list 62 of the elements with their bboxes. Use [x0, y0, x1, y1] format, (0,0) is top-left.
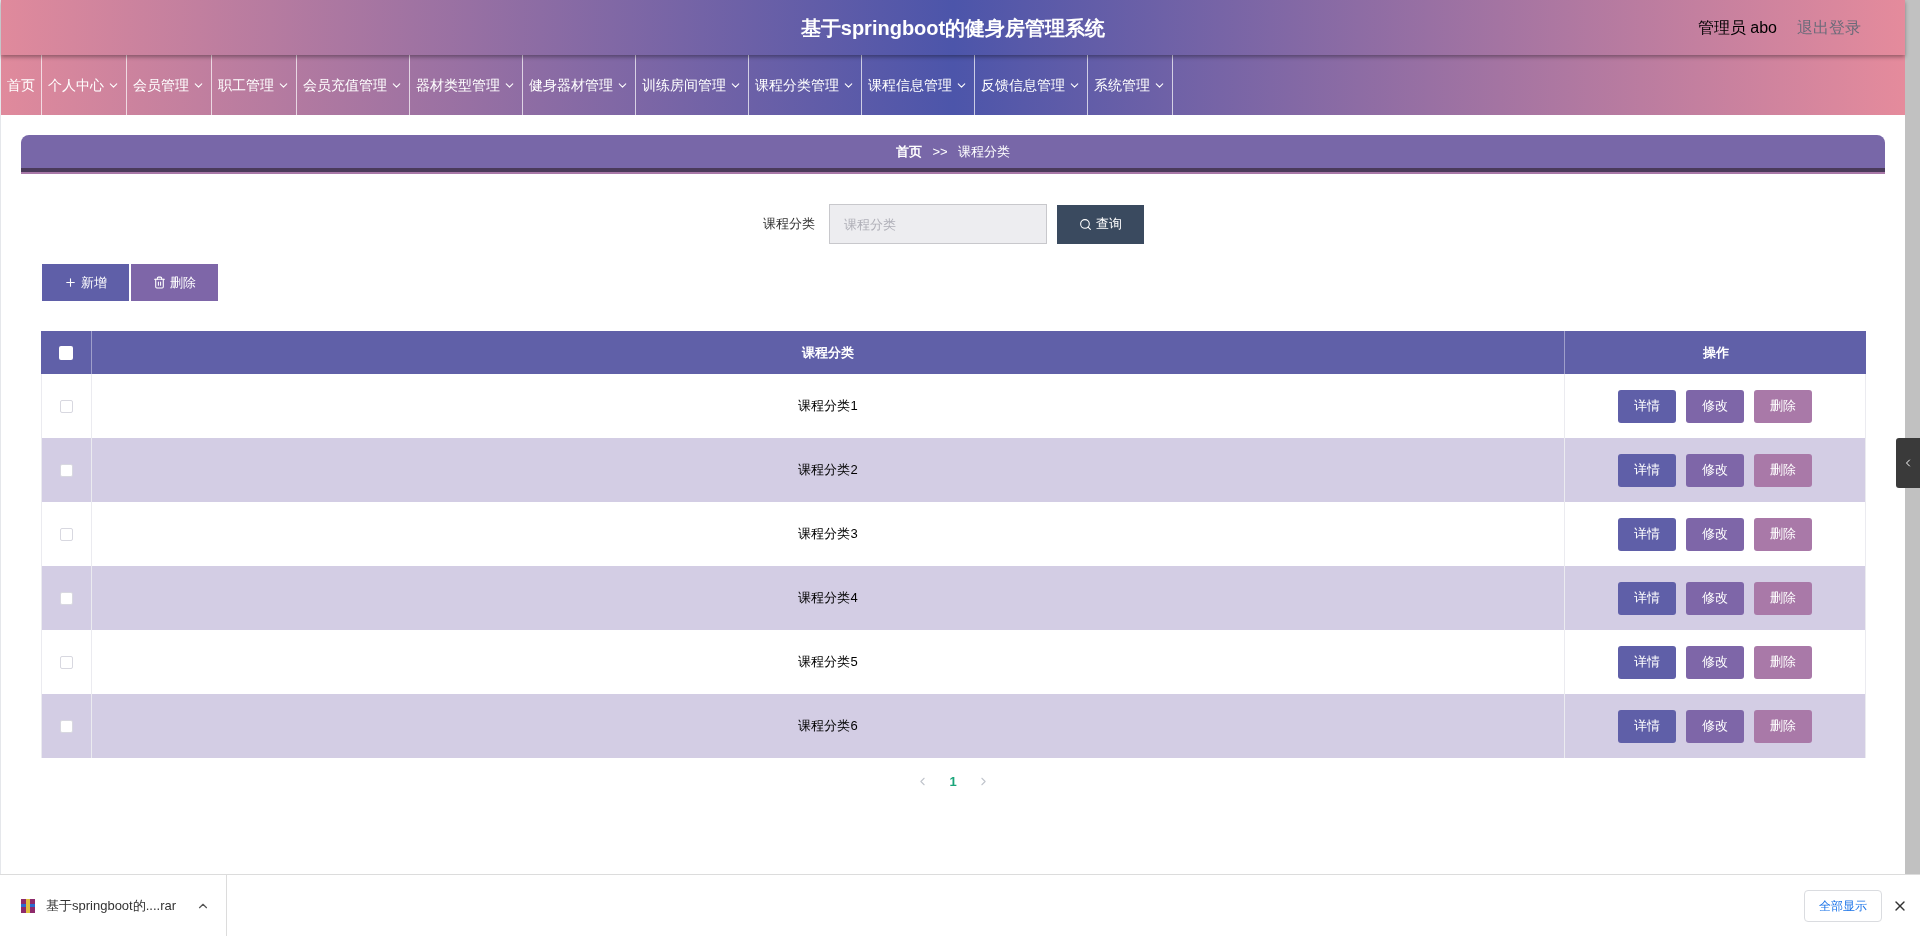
nav-item[interactable]: 课程分类管理: [749, 55, 862, 115]
row-action-button[interactable]: 详情: [1618, 581, 1676, 615]
nav-item[interactable]: 反馈信息管理: [975, 55, 1088, 115]
nav-item[interactable]: 训练房间管理: [636, 55, 749, 115]
row-action-button[interactable]: 修改: [1686, 645, 1744, 679]
table-cell-text: 课程分类5: [798, 653, 858, 672]
row-action-button[interactable]: 修改: [1686, 581, 1744, 615]
row-action-button[interactable]: 修改: [1686, 517, 1744, 551]
table-cell-text: 课程分类1: [798, 397, 858, 416]
nav-item[interactable]: 器材类型管理: [410, 55, 523, 115]
nav-item[interactable]: 个人中心: [42, 55, 127, 115]
row-checkbox[interactable]: [60, 527, 73, 541]
table-cell-text: 课程分类6: [798, 717, 858, 736]
row-action-button[interactable]: 详情: [1618, 389, 1676, 423]
download-file-name[interactable]: 基于springboot的....rar: [46, 895, 177, 916]
row-action-button[interactable]: 详情: [1618, 453, 1676, 487]
breadcrumb-home[interactable]: 首页: [896, 141, 923, 162]
row-action-button[interactable]: 删除: [1754, 581, 1812, 615]
row-action-button[interactable]: 详情: [1618, 645, 1676, 679]
user-label: 管理员 abo: [1697, 17, 1777, 38]
row-action-button[interactable]: 修改: [1686, 389, 1744, 423]
row-action-button[interactable]: 删除: [1754, 389, 1812, 423]
search-button[interactable]: 查询: [1056, 204, 1144, 244]
page-number[interactable]: 1: [943, 772, 963, 792]
trash-icon: [153, 276, 166, 289]
show-all-button[interactable]: 全部显示: [1804, 889, 1882, 922]
row-action-button[interactable]: 修改: [1686, 709, 1744, 743]
row-checkbox[interactable]: [60, 591, 73, 605]
archive-icon: [20, 897, 36, 914]
row-action-button[interactable]: 详情: [1618, 517, 1676, 551]
nav-item[interactable]: 会员管理: [127, 55, 212, 115]
nav-item[interactable]: 课程信息管理: [862, 55, 975, 115]
row-checkbox[interactable]: [60, 463, 73, 477]
row-action-button[interactable]: 修改: [1686, 453, 1744, 487]
delete-button[interactable]: 删除: [130, 263, 219, 302]
row-checkbox[interactable]: [60, 655, 73, 669]
nav-item[interactable]: 首页: [1, 55, 42, 115]
row-action-button[interactable]: 删除: [1754, 453, 1812, 487]
nav-item[interactable]: 健身器材管理: [523, 55, 636, 115]
row-action-button[interactable]: 删除: [1754, 517, 1812, 551]
breadcrumb-current: 课程分类: [957, 142, 1010, 161]
row-action-button[interactable]: 删除: [1754, 709, 1812, 743]
search-field[interactable]: 课程分类: [828, 204, 1047, 244]
row-action-button[interactable]: 删除: [1754, 645, 1812, 679]
app-title: 基于springboot的健身房管理系统: [800, 15, 1106, 41]
row-checkbox[interactable]: [60, 719, 73, 733]
column-header: 操作: [1701, 343, 1730, 362]
nav-item[interactable]: 会员充值管理: [297, 55, 410, 115]
add-button[interactable]: 新增: [41, 263, 130, 302]
table-cell-text: 课程分类3: [798, 525, 858, 544]
plus-icon: [64, 276, 77, 289]
select-all-checkbox[interactable]: [59, 345, 73, 360]
nav-item[interactable]: 职工管理: [212, 55, 297, 115]
search-icon: [1078, 217, 1092, 231]
search-label: 课程分类: [762, 215, 815, 234]
nav-item[interactable]: 系统管理: [1088, 55, 1173, 115]
breadcrumb-separator: >>: [932, 142, 948, 161]
row-checkbox[interactable]: [60, 399, 73, 413]
side-panel-toggle[interactable]: [1896, 438, 1920, 488]
table-cell-text: 课程分类2: [798, 461, 858, 480]
row-action-button[interactable]: 详情: [1618, 709, 1676, 743]
table-cell-text: 课程分类4: [798, 589, 858, 608]
